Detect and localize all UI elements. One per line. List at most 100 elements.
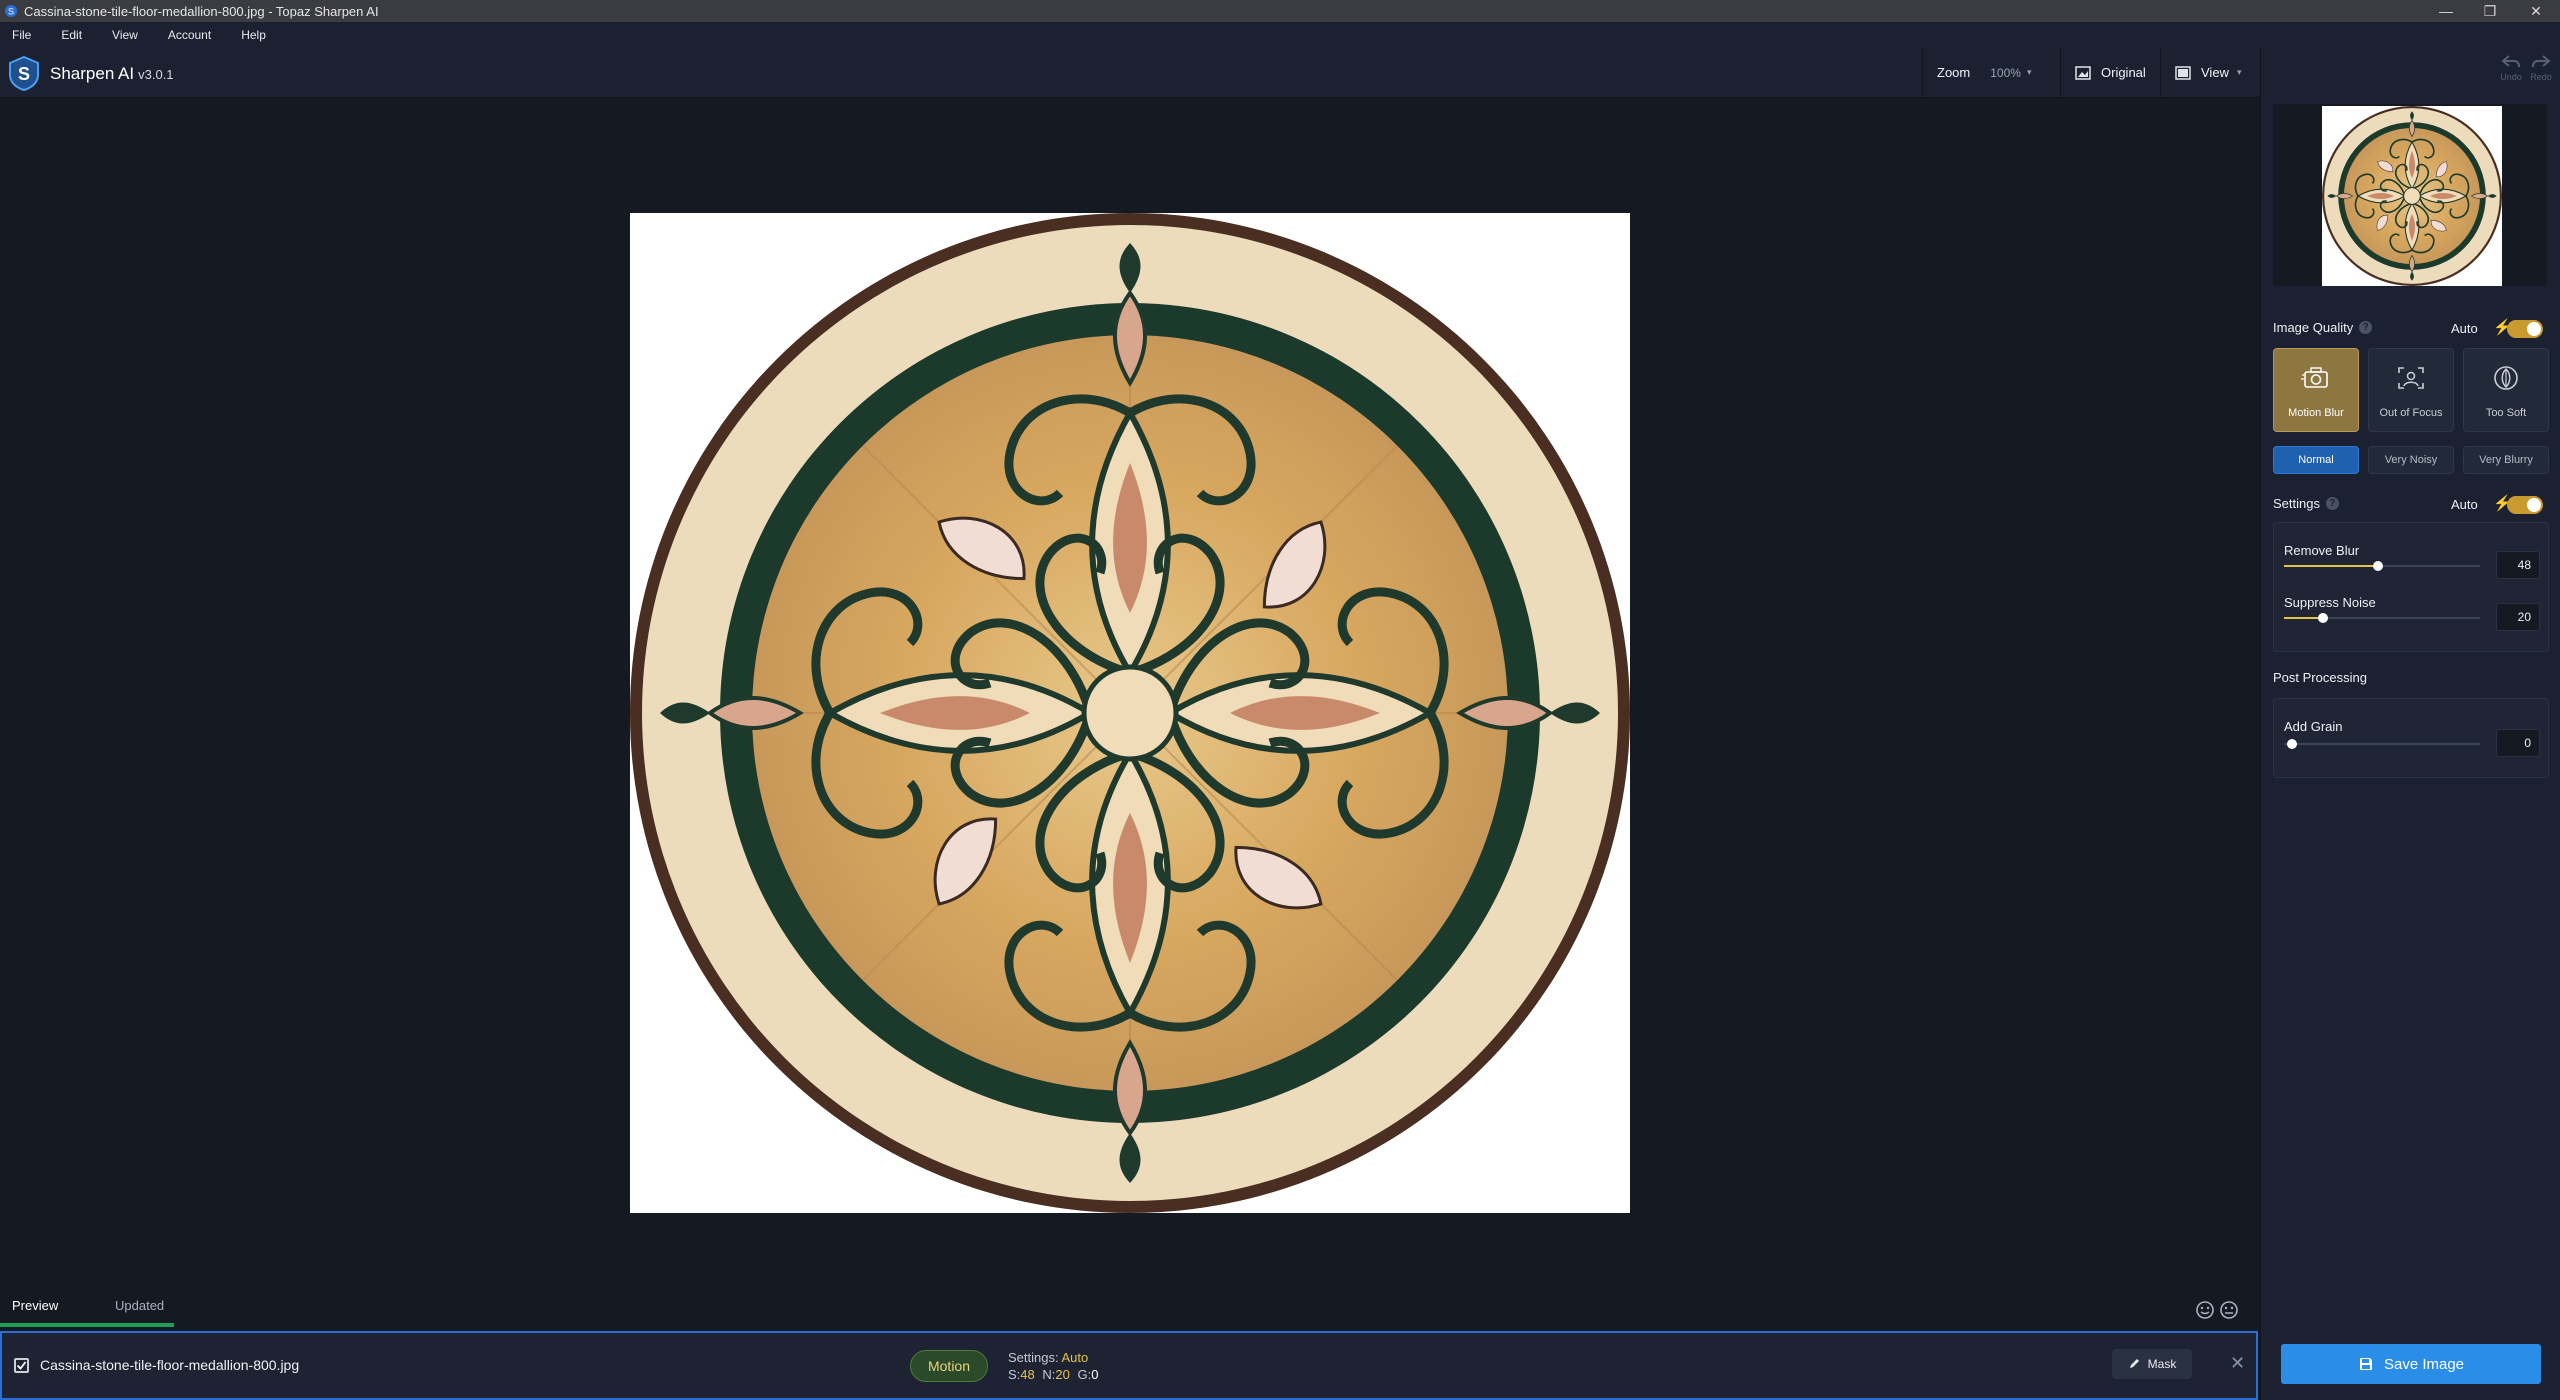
post-processing-title: Post Processing (2273, 670, 2367, 685)
sharpen-logo-icon: S (9, 55, 39, 91)
settings-title: Settings (2273, 496, 2320, 511)
menu-edit[interactable]: Edit (61, 28, 82, 42)
remove-blur-fill (2284, 565, 2379, 567)
suppress-noise-label: Suppress Noise (2284, 595, 2376, 610)
image-quality-auto-label: Auto (2451, 321, 2478, 336)
camera-motion-icon (2301, 367, 2328, 388)
level-very-noisy-label: Very Noisy (2384, 454, 2438, 466)
redo-icon (2532, 55, 2551, 68)
smile-feedback-icon[interactable] (2195, 1300, 2215, 1320)
menu-file[interactable]: File (12, 28, 31, 42)
post-processing-box: Add Grain 0 (2273, 698, 2549, 778)
remove-blur-slider[interactable] (2284, 561, 2480, 571)
save-image-label: Save Image (2383, 1355, 2465, 1373)
add-grain-input[interactable]: 0 (2496, 729, 2540, 757)
toggle-knob (2527, 498, 2541, 512)
mode-motion-blur[interactable]: Motion Blur (2273, 348, 2359, 432)
level-very-noisy[interactable]: Very Noisy (2368, 446, 2454, 474)
svg-text:S: S (18, 64, 30, 84)
tab-updated[interactable]: Updated (115, 1298, 164, 1313)
motion-badge: Motion (910, 1350, 988, 1382)
level-normal[interactable]: Normal (2273, 446, 2359, 474)
settings-heading: Settings ? (2273, 496, 2339, 511)
thumbnail-medallion (2322, 106, 2502, 286)
original-toggle[interactable]: Original (2060, 48, 2160, 97)
zoom-label: Zoom (1937, 65, 1971, 80)
mask-label: Mask (2147, 1357, 2177, 1371)
thumbnail-image[interactable] (2322, 106, 2502, 286)
add-grain-label: Add Grain (2284, 719, 2343, 734)
app-name: Sharpen AI (50, 64, 135, 83)
level-very-blurry[interactable]: Very Blurry (2463, 446, 2549, 474)
settings-auto-toggle[interactable] (2507, 496, 2543, 514)
app-icon: S (5, 5, 17, 17)
suppress-noise-input[interactable]: 20 (2496, 603, 2540, 631)
zoom-control[interactable]: Zoom 100% ▾ (1922, 48, 2050, 97)
title-bar: S Cassina-stone-tile-floor-medallion-800… (0, 0, 2560, 22)
app-header: S Sharpen AI v3.0.1 Zoom 100% ▾ Original … (0, 48, 2260, 98)
settings-summary: Settings: Auto S:48 N:20 G:0 (1008, 1349, 1098, 1383)
remove-file-close-icon[interactable]: ✕ (2230, 1353, 2245, 1374)
n-value: 20 (1055, 1367, 1070, 1382)
mode-too-soft-label: Too Soft (2485, 407, 2527, 419)
mode-too-soft[interactable]: Too Soft (2463, 348, 2549, 432)
mask-button[interactable]: Mask (2112, 1349, 2192, 1379)
minimize-button[interactable]: — (2424, 0, 2468, 22)
undo-icon (2501, 55, 2520, 68)
remove-blur-handle[interactable] (2373, 561, 2384, 571)
navigator-thumbnail[interactable] (2273, 104, 2547, 286)
s-label: S: (1008, 1367, 1021, 1382)
remove-blur-input[interactable]: 48 (2496, 551, 2540, 579)
close-window-button[interactable]: ✕ (2514, 0, 2558, 22)
soft-leaf-icon (2494, 366, 2518, 390)
add-grain-handle[interactable] (2286, 739, 2297, 749)
app-brand: Sharpen AI v3.0.1 (50, 64, 174, 84)
zoom-value[interactable]: 100% (1990, 66, 2021, 80)
post-processing-heading: Post Processing (2273, 670, 2367, 685)
suppress-noise-slider[interactable] (2284, 613, 2480, 623)
menu-account[interactable]: Account (168, 28, 211, 42)
brush-icon (2129, 1359, 2139, 1368)
file-name: Cassina-stone-tile-floor-medallion-800.j… (40, 1357, 300, 1373)
app-version: v3.0.1 (138, 67, 174, 82)
suppress-noise-handle[interactable] (2318, 613, 2329, 623)
restore-button[interactable]: ❐ (2468, 0, 2512, 22)
save-image-button[interactable]: Save Image (2281, 1344, 2541, 1384)
focus-person-icon (2398, 367, 2424, 389)
redo-button[interactable]: Redo (2523, 54, 2559, 82)
preview-icons (2195, 1300, 2239, 1320)
file-bar: Cassina-stone-tile-floor-medallion-800.j… (0, 1331, 2258, 1400)
tab-active-indicator (0, 1323, 174, 1327)
window-title: Cassina-stone-tile-floor-medallion-800.j… (24, 3, 379, 19)
s-value: 48 (1020, 1367, 1035, 1382)
help-icon[interactable]: ? (2359, 321, 2373, 334)
add-grain-slider[interactable] (2284, 739, 2480, 749)
neutral-feedback-icon[interactable] (2219, 1300, 2239, 1320)
original-label: Original (2101, 65, 2146, 80)
redo-label: Redo (2530, 72, 2552, 82)
level-normal-label: Normal (2298, 454, 2334, 466)
file-checkbox[interactable] (14, 1358, 29, 1373)
mode-out-of-focus[interactable]: Out of Focus (2368, 348, 2454, 432)
remove-blur-label: Remove Blur (2284, 543, 2360, 558)
tab-updated-label: Updated (115, 1298, 165, 1313)
preview-image[interactable] (630, 213, 1630, 1213)
image-icon (2075, 65, 2091, 80)
help-icon[interactable]: ? (2325, 497, 2339, 510)
mode-out-of-focus-label: Out of Focus (2379, 407, 2443, 419)
view-dropdown[interactable]: View ▾ (2160, 48, 2260, 97)
settings-summary-label: Settings: (1008, 1350, 1059, 1365)
save-disk-icon (2359, 1358, 2372, 1370)
svg-text:S: S (8, 7, 14, 17)
tab-preview-label: Preview (12, 1298, 59, 1313)
g-value: 0 (1091, 1367, 1099, 1382)
toggle-knob (2527, 322, 2541, 336)
settings-summary-value: Auto (1061, 1350, 1089, 1365)
menu-view[interactable]: View (112, 28, 138, 42)
menu-help[interactable]: Help (241, 28, 266, 42)
image-canvas[interactable] (0, 98, 2258, 1298)
image-quality-auto-toggle[interactable] (2507, 320, 2543, 338)
menu-bar: File Edit View Account Help (0, 22, 2560, 48)
view-layout-icon (2175, 65, 2191, 80)
tab-preview[interactable]: Preview (12, 1298, 58, 1313)
